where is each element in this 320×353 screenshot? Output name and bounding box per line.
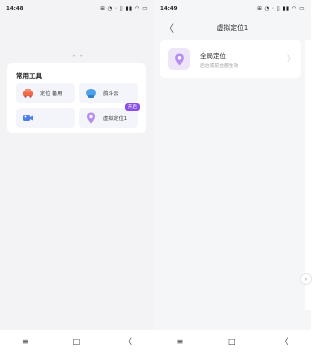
status-icons: ⊞ ◔ ⋅ ▯ ▮▮ ◠ ▭ <box>100 6 148 12</box>
tool-button-video[interactable] <box>16 108 75 128</box>
tool-label: 虚拟定位1 <box>103 115 128 122</box>
tools-title: 常用工具 <box>16 72 42 80</box>
system-nav-bar: ≡ □ 〈 <box>154 330 311 353</box>
location-icon <box>168 48 190 70</box>
location-icon <box>85 112 97 124</box>
location-card-subtitle: 后台或前台都生效 <box>200 64 239 69</box>
back-icon[interactable]: 〈 <box>281 336 289 347</box>
tool-button-location-backup[interactable]: 定位 备用 <box>16 83 75 103</box>
tool-label: 定位 备用 <box>40 90 63 97</box>
common-tools-card: 常用工具 定位 备用 鸽斗云 虚拟定位1 开启 <box>7 63 146 133</box>
page-indicator: • • <box>72 53 84 60</box>
back-icon[interactable]: 〈 <box>124 336 132 347</box>
global-location-card[interactable]: 全局定位 后台或前台都生效 〉 <box>160 40 301 78</box>
hat-icon <box>85 87 97 99</box>
tool-label: 鸽斗云 <box>103 90 119 97</box>
tool-button-cloud[interactable]: 鸽斗云 <box>79 83 138 103</box>
status-time: 14:48 <box>6 6 24 12</box>
status-icons: ⊞ ◔ ⋅ ▯ ▮▮ ◠ ▭ <box>257 6 305 12</box>
home-icon[interactable]: □ <box>73 337 81 346</box>
status-time: 14:49 <box>160 6 178 12</box>
system-nav-bar: ≡ □ 〈 <box>0 330 154 353</box>
chevron-right-icon: 〉 <box>287 54 295 63</box>
video-icon <box>22 112 34 124</box>
right-phone-screen: 14:49 ⊞ ◔ ⋅ ▯ ▮▮ ◠ ▭ 〈 虚拟定位1 全局定位 后台或前台都… <box>154 0 311 353</box>
menu-icon[interactable]: ≡ <box>22 337 29 346</box>
page-title: 虚拟定位1 <box>216 24 249 32</box>
edge-panel <box>305 40 311 310</box>
status-bar: 14:49 ⊞ ◔ ⋅ ▯ ▮▮ ◠ ▭ <box>154 0 311 18</box>
left-phone-screen: 14:48 ⊞ ◔ ⋅ ▯ ▮▮ ◠ ▭ • • 常用工具 定位 备用 鸽斗云 <box>0 0 154 353</box>
tool-button-virtual-location[interactable]: 虚拟定位1 开启 <box>79 103 140 128</box>
status-badge: 开启 <box>124 103 140 111</box>
status-bar: 14:48 ⊞ ◔ ⋅ ▯ ▮▮ ◠ ▭ <box>0 0 154 18</box>
home-icon[interactable]: □ <box>228 337 236 346</box>
floating-button[interactable]: › <box>300 273 312 285</box>
menu-icon[interactable]: ≡ <box>176 337 183 346</box>
location-card-title: 全局定位 <box>200 52 226 60</box>
car-icon <box>22 87 34 99</box>
